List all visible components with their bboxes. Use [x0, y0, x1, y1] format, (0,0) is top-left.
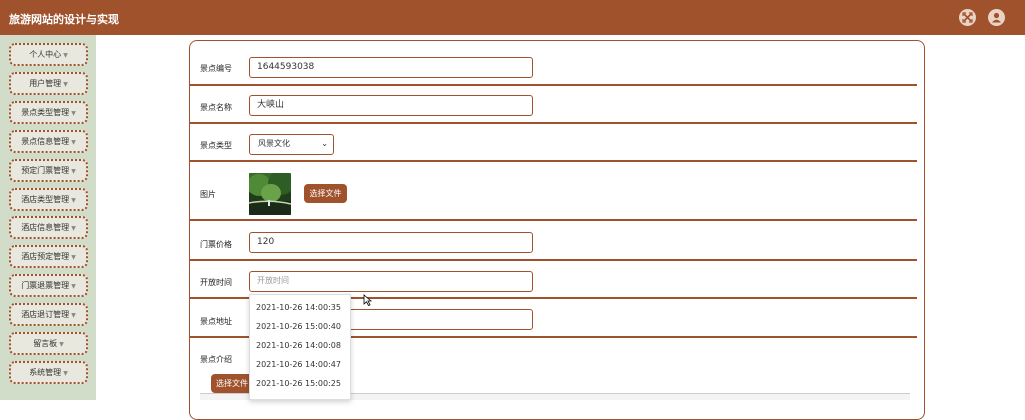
caret-down-icon: ▼ [71, 110, 76, 117]
sidebar-item-label: 用户管理 [29, 79, 62, 88]
sidebar-item-hotel-types[interactable]: 酒店类型管理 ▼ [9, 188, 88, 211]
row-divider [190, 259, 917, 261]
sidebar-item-label: 个人中心 [29, 50, 62, 59]
sidebar-item-label: 景点类型管理 [21, 108, 70, 117]
row-divider [190, 84, 917, 86]
address-label: 景点地址 [200, 317, 232, 326]
open-time-input[interactable]: 开放时间 [249, 271, 533, 292]
row-divider [190, 219, 917, 221]
sidebar-item-label: 预定门票管理 [21, 166, 70, 175]
caret-down-icon: ▼ [71, 225, 76, 232]
app-title: 旅游网站的设计与实现 [9, 13, 119, 26]
sidebar-item-label: 景点信息管理 [21, 137, 70, 146]
scenic-image-thumbnail [249, 173, 291, 215]
caret-down-icon: ▼ [71, 139, 76, 146]
price-input[interactable]: 120 [249, 232, 533, 253]
sidebar-item-hotel-cancel[interactable]: 酒店退订管理 ▼ [9, 303, 88, 326]
open-time-dropdown[interactable]: 2021-10-26 14:00:35 2021-10-26 15:00:40 … [249, 294, 351, 400]
sidebar-item-scenic-info[interactable]: 景点信息管理 ▼ [9, 130, 88, 153]
chevron-down-icon: ⌄ [321, 139, 328, 148]
caret-down-icon: ▼ [59, 341, 64, 348]
mouse-cursor-icon [363, 291, 373, 310]
sidebar-item-scenic-types[interactable]: 景点类型管理 ▼ [9, 101, 88, 124]
caret-down-icon: ▼ [71, 254, 76, 261]
type-label: 景点类型 [200, 141, 232, 150]
dropdown-option[interactable]: 2021-10-26 15:00:40 [256, 322, 341, 331]
name-input[interactable]: 大峡山 [249, 95, 533, 116]
dropdown-option[interactable]: 2021-10-26 15:00:25 [256, 379, 341, 388]
dropdown-option[interactable]: 2021-10-26 14:00:08 [256, 341, 341, 350]
type-select-value: 风景文化 [258, 139, 290, 148]
top-bar: 旅游网站的设计与实现 [0, 0, 1025, 35]
sidebar-item-label: 系统管理 [29, 368, 62, 377]
choose-image-file-button[interactable]: 选择文件 [304, 184, 347, 203]
row-divider [190, 122, 917, 124]
sidebar-item-system[interactable]: 系统管理 ▼ [9, 361, 88, 384]
sidebar-item-ticket-refund[interactable]: 门票退票管理 ▼ [9, 274, 88, 297]
choose-intro-file-button[interactable]: 选择文件 [211, 374, 253, 393]
caret-down-icon: ▼ [71, 197, 76, 204]
open-time-label: 开放时间 [200, 278, 232, 287]
sidebar-item-personal-center[interactable]: 个人中心 ▼ [9, 43, 88, 66]
caret-down-icon: ▼ [71, 312, 76, 319]
sidebar-item-label: 留言板 [33, 339, 58, 348]
caret-down-icon: ▼ [71, 283, 76, 290]
caret-down-icon: ▼ [63, 370, 68, 377]
price-label: 门票价格 [200, 240, 232, 249]
sidebar-item-label: 酒店类型管理 [21, 195, 70, 204]
sidebar-item-label: 门票退票管理 [21, 281, 70, 290]
sidebar-item-hotel-booking[interactable]: 酒店预定管理 ▼ [9, 245, 88, 268]
id-input[interactable]: 1644593038 [249, 57, 533, 78]
sidebar-item-users[interactable]: 用户管理 ▼ [9, 72, 88, 95]
user-icon[interactable] [988, 9, 1005, 26]
dropdown-option[interactable]: 2021-10-26 14:00:35 [256, 303, 341, 312]
caret-down-icon: ▼ [63, 81, 68, 88]
sidebar-item-hotel-info[interactable]: 酒店信息管理 ▼ [9, 216, 88, 239]
row-divider [190, 160, 917, 162]
dropdown-option[interactable]: 2021-10-26 14:00:47 [256, 360, 341, 369]
image-label: 图片 [200, 190, 216, 199]
name-label: 景点名称 [200, 103, 232, 112]
sidebar-item-label: 酒店退订管理 [21, 310, 70, 319]
caret-down-icon: ▼ [63, 52, 68, 59]
sidebar-item-ticket-booking[interactable]: 预定门票管理 ▼ [9, 159, 88, 182]
intro-label: 景点介绍 [200, 355, 232, 364]
sidebar-item-message-board[interactable]: 留言板 ▼ [9, 332, 88, 355]
fullscreen-icon[interactable] [959, 9, 976, 26]
caret-down-icon: ▼ [71, 168, 76, 175]
sidebar-item-label: 酒店信息管理 [21, 223, 70, 232]
sidebar-item-label: 酒店预定管理 [21, 252, 70, 261]
type-select[interactable]: 风景文化 ⌄ [249, 134, 334, 155]
id-label: 景点编号 [200, 64, 232, 73]
